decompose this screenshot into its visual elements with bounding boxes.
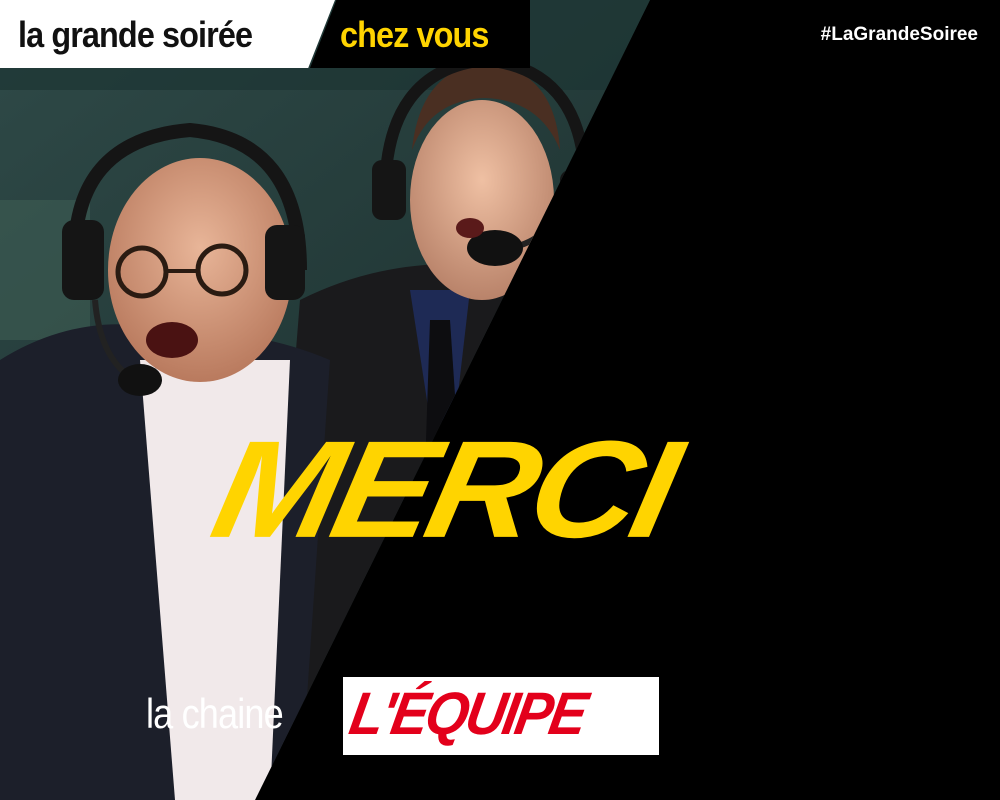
- lequipe-logo: L'ÉQUIPE: [343, 677, 659, 755]
- banner-subtitle: chez vous: [340, 14, 489, 55]
- channel-prefix: la chaine: [146, 690, 284, 737]
- promo-poster: la grande soirée chez vous #LaGrandeSoir…: [0, 0, 1000, 800]
- hashtag-label: #LaGrandeSoiree: [820, 24, 978, 45]
- lequipe-logo-text: L'ÉQUIPE: [345, 680, 591, 747]
- headline-merci: MERCI: [200, 411, 688, 567]
- banner-title: la grande soirée: [18, 14, 253, 55]
